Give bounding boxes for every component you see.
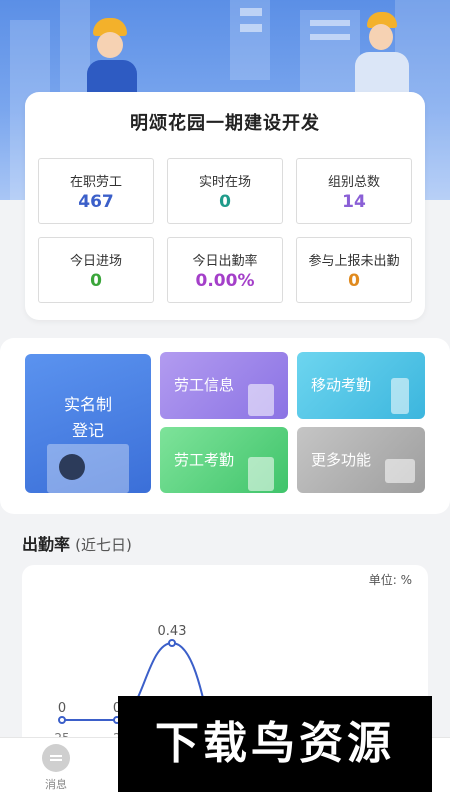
stat-label: 组别总数 bbox=[327, 175, 380, 190]
toolbox-icon bbox=[385, 459, 415, 483]
message-icon bbox=[42, 744, 70, 772]
data-label: 0 bbox=[58, 701, 66, 716]
data-point bbox=[58, 716, 66, 724]
tile-label-line1: 实名制 bbox=[63, 395, 112, 414]
stat-label: 今日出勤率 bbox=[192, 254, 258, 269]
stat-value: 14 bbox=[342, 192, 366, 212]
person-avatar-icon bbox=[59, 454, 85, 480]
tile-label-line2: 登记 bbox=[71, 421, 104, 440]
data-label: 0.43 bbox=[158, 624, 187, 639]
stat-value: 0.00% bbox=[195, 271, 255, 291]
watermark: 下载鸟资源 bbox=[118, 696, 432, 792]
stat-value: 0 bbox=[348, 271, 360, 291]
project-summary-card: 明颂花园一期建设开发 在职劳工 467 实时在场 0 组别总数 14 今日进场 … bbox=[25, 92, 425, 320]
attendance-subtitle: (近七日) bbox=[75, 536, 132, 554]
stat-attendance-rate-today[interactable]: 今日出勤率 0.00% bbox=[167, 237, 283, 303]
stat-label: 实时在场 bbox=[198, 175, 251, 190]
tile-label: 移动考勤 bbox=[311, 376, 372, 394]
tab-label: 消息 bbox=[45, 778, 67, 791]
attendance-section-title: 出勤率 (近七日) bbox=[22, 531, 132, 555]
stat-label: 在职劳工 bbox=[69, 175, 122, 190]
stat-value: 0 bbox=[90, 271, 102, 291]
tile-label: 劳工考勤 bbox=[174, 451, 235, 469]
tile-label: 劳工信息 bbox=[174, 376, 235, 394]
stat-value: 0 bbox=[219, 192, 231, 212]
stat-group-total[interactable]: 组别总数 14 bbox=[296, 158, 412, 224]
badge-icon bbox=[248, 457, 274, 491]
labor-info-button[interactable]: 劳工信息 bbox=[160, 352, 288, 419]
data-point bbox=[168, 639, 176, 647]
stat-label: 参与上报未出勤 bbox=[308, 254, 400, 269]
mobile-attendance-button[interactable]: 移动考勤 bbox=[297, 352, 425, 419]
tile-label: 更多功能 bbox=[311, 451, 372, 469]
labor-attendance-button[interactable]: 劳工考勤 bbox=[160, 427, 288, 493]
stat-label: 今日进场 bbox=[69, 254, 122, 269]
function-menu: 实名制 登记 劳工信息 移动考勤 劳工考勤 更多功能 bbox=[0, 338, 450, 514]
worker-right-illustration bbox=[355, 12, 415, 102]
stat-reported-absent[interactable]: 参与上报未出勤 0 bbox=[296, 237, 412, 303]
stat-value: 467 bbox=[78, 192, 114, 212]
attendance-title: 出勤率 bbox=[22, 535, 71, 554]
stat-active-workers[interactable]: 在职劳工 467 bbox=[38, 158, 154, 224]
more-functions-button[interactable]: 更多功能 bbox=[297, 427, 425, 493]
tab-messages[interactable]: 消息 bbox=[26, 744, 86, 792]
document-icon bbox=[248, 384, 274, 416]
stat-on-site[interactable]: 实时在场 0 bbox=[167, 158, 283, 224]
stat-entries-today[interactable]: 今日进场 0 bbox=[38, 237, 154, 303]
building-icon bbox=[391, 378, 409, 414]
worker-left-illustration bbox=[85, 18, 145, 100]
project-title: 明颂花园一期建设开发 bbox=[130, 113, 320, 134]
real-name-registration-button[interactable]: 实名制 登记 bbox=[25, 354, 151, 493]
tile-label: 实名制 登记 bbox=[25, 392, 151, 444]
